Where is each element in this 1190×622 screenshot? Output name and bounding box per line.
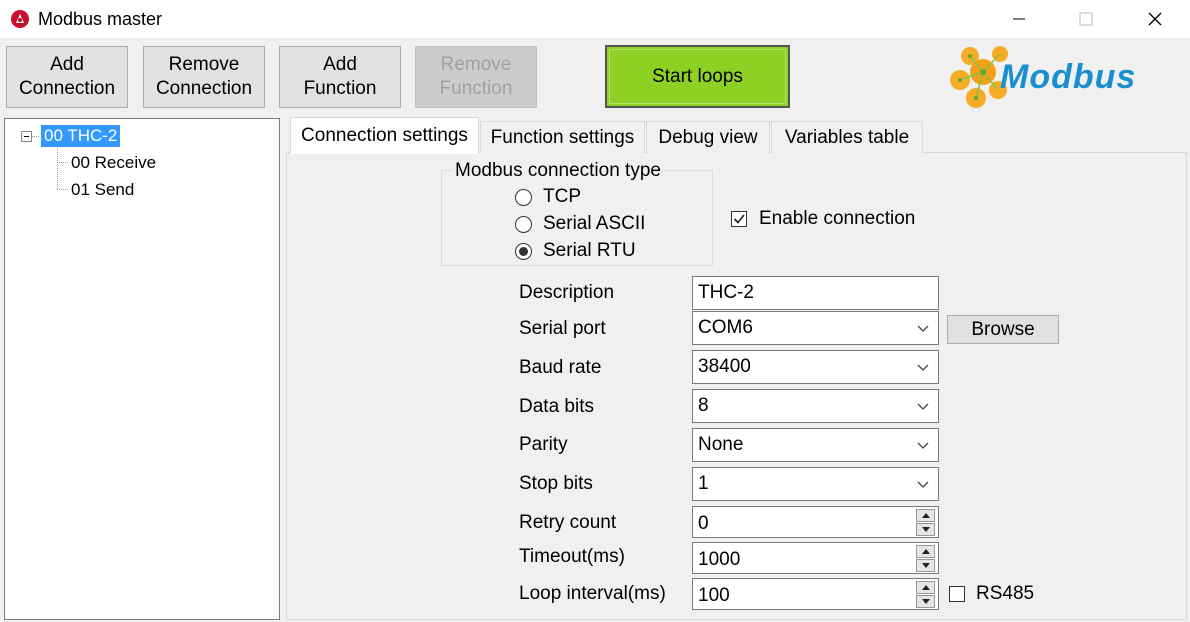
chevron-down-icon (917, 481, 929, 488)
spin-down-button[interactable] (916, 523, 935, 536)
baud-rate-label: Baud rate (519, 357, 602, 378)
enable-connection-label: Enable connection (759, 208, 916, 229)
add-connection-button[interactable]: Add Connection (6, 46, 128, 108)
browse-button[interactable]: Browse (947, 315, 1059, 344)
description-value: THC-2 (698, 282, 754, 303)
remove-connection-button[interactable]: Remove Connection (143, 46, 265, 108)
chevron-down-icon (917, 403, 929, 410)
logo-text: Modbus (1000, 58, 1137, 96)
timeout-spinner[interactable]: 1000 (692, 542, 939, 574)
window-title: Modbus master (38, 9, 163, 29)
tree-node-receive[interactable]: 00 Receive (71, 153, 156, 173)
data-bits-select[interactable]: 8 (692, 389, 939, 423)
remove-connection-label-line2: Connection (155, 78, 253, 99)
serial-port-label: Serial port (519, 318, 606, 339)
rs485-label: RS485 (976, 583, 1035, 604)
radio-serial-rtu-label: Serial RTU (543, 240, 636, 261)
radio-serial-rtu[interactable] (515, 243, 532, 260)
spin-down-button[interactable] (916, 595, 935, 608)
baud-rate-select[interactable]: 38400 (692, 350, 939, 384)
add-connection-label-line2: Connection (18, 78, 116, 99)
enable-connection-checkbox[interactable] (731, 211, 747, 227)
loop-interval-spinner[interactable]: 100 (692, 578, 939, 610)
stop-bits-label: Stop bits (519, 473, 593, 494)
spin-up-button[interactable] (916, 509, 935, 522)
baud-rate-value: 38400 (698, 356, 751, 377)
retry-count-label: Retry count (519, 512, 617, 533)
app-icon (10, 9, 30, 29)
spin-down-button[interactable] (916, 559, 935, 572)
remove-function-label-line2: Function (439, 78, 513, 99)
arrow-up-icon (921, 585, 930, 590)
add-function-button[interactable]: Add Function (279, 46, 401, 108)
add-function-label-line2: Function (303, 78, 377, 99)
tree-node-send[interactable]: 01 Send (71, 180, 134, 200)
modbus-logo: Modbus (948, 42, 1163, 114)
loop-interval-value: 100 (698, 585, 730, 606)
serial-port-value: COM6 (698, 317, 753, 338)
arrow-up-icon (921, 549, 930, 554)
remove-function-label-line1: Remove (440, 54, 512, 75)
spin-up-button[interactable] (916, 545, 935, 558)
chevron-down-icon (917, 364, 929, 371)
spin-up-button[interactable] (916, 581, 935, 594)
add-function-label-line1: Add (323, 54, 357, 75)
minimize-button[interactable] (988, 0, 1050, 38)
arrow-down-icon (921, 563, 930, 568)
stop-bits-select[interactable]: 1 (692, 467, 939, 501)
maximize-button[interactable] (1055, 0, 1117, 38)
remove-connection-label-line1: Remove (168, 54, 240, 75)
chevron-down-icon (917, 325, 929, 332)
add-connection-label-line1: Add (50, 54, 84, 75)
timeout-label: Timeout(ms) (519, 546, 625, 567)
arrow-down-icon (921, 527, 930, 532)
radio-serial-ascii[interactable] (515, 216, 532, 233)
tab-connection-settings[interactable]: Connection settings (290, 117, 479, 154)
minimize-icon (1013, 18, 1025, 20)
arrow-up-icon (921, 513, 930, 518)
connection-tree[interactable]: 00 THC-2 00 Receive 01 Send (4, 118, 280, 620)
tab-debug-view[interactable]: Debug view (646, 121, 770, 153)
description-label: Description (519, 282, 615, 303)
tab-variables-table[interactable]: Variables table (771, 121, 923, 153)
remove-function-button[interactable]: Remove Function (415, 46, 537, 108)
retry-count-spinner[interactable]: 0 (692, 506, 939, 538)
radio-serial-ascii-label: Serial ASCII (543, 213, 646, 234)
arrow-down-icon (921, 599, 930, 604)
radio-tcp[interactable] (515, 189, 532, 206)
start-loops-button[interactable]: Start loops (605, 45, 790, 108)
connection-type-title: Modbus connection type (452, 160, 664, 182)
serial-port-select[interactable]: COM6 (692, 311, 939, 345)
loop-interval-label: Loop interval(ms) (519, 583, 666, 604)
data-bits-value: 8 (698, 395, 709, 416)
tree-node-root[interactable]: 00 THC-2 (41, 125, 121, 147)
maximize-icon (1079, 12, 1093, 26)
checkmark-icon (733, 214, 745, 224)
chevron-down-icon (917, 442, 929, 449)
parity-label: Parity (519, 434, 568, 455)
tab-function-settings[interactable]: Function settings (480, 121, 645, 153)
retry-count-value: 0 (698, 513, 709, 534)
close-icon (1148, 12, 1162, 26)
stop-bits-value: 1 (698, 473, 709, 494)
parity-select[interactable]: None (692, 428, 939, 462)
radio-tcp-label: TCP (543, 186, 581, 207)
rs485-checkbox[interactable] (949, 586, 965, 602)
parity-value: None (698, 434, 744, 455)
description-input[interactable]: THC-2 (692, 276, 939, 310)
data-bits-label: Data bits (519, 396, 594, 417)
close-button[interactable] (1124, 0, 1186, 38)
timeout-value: 1000 (698, 549, 741, 570)
